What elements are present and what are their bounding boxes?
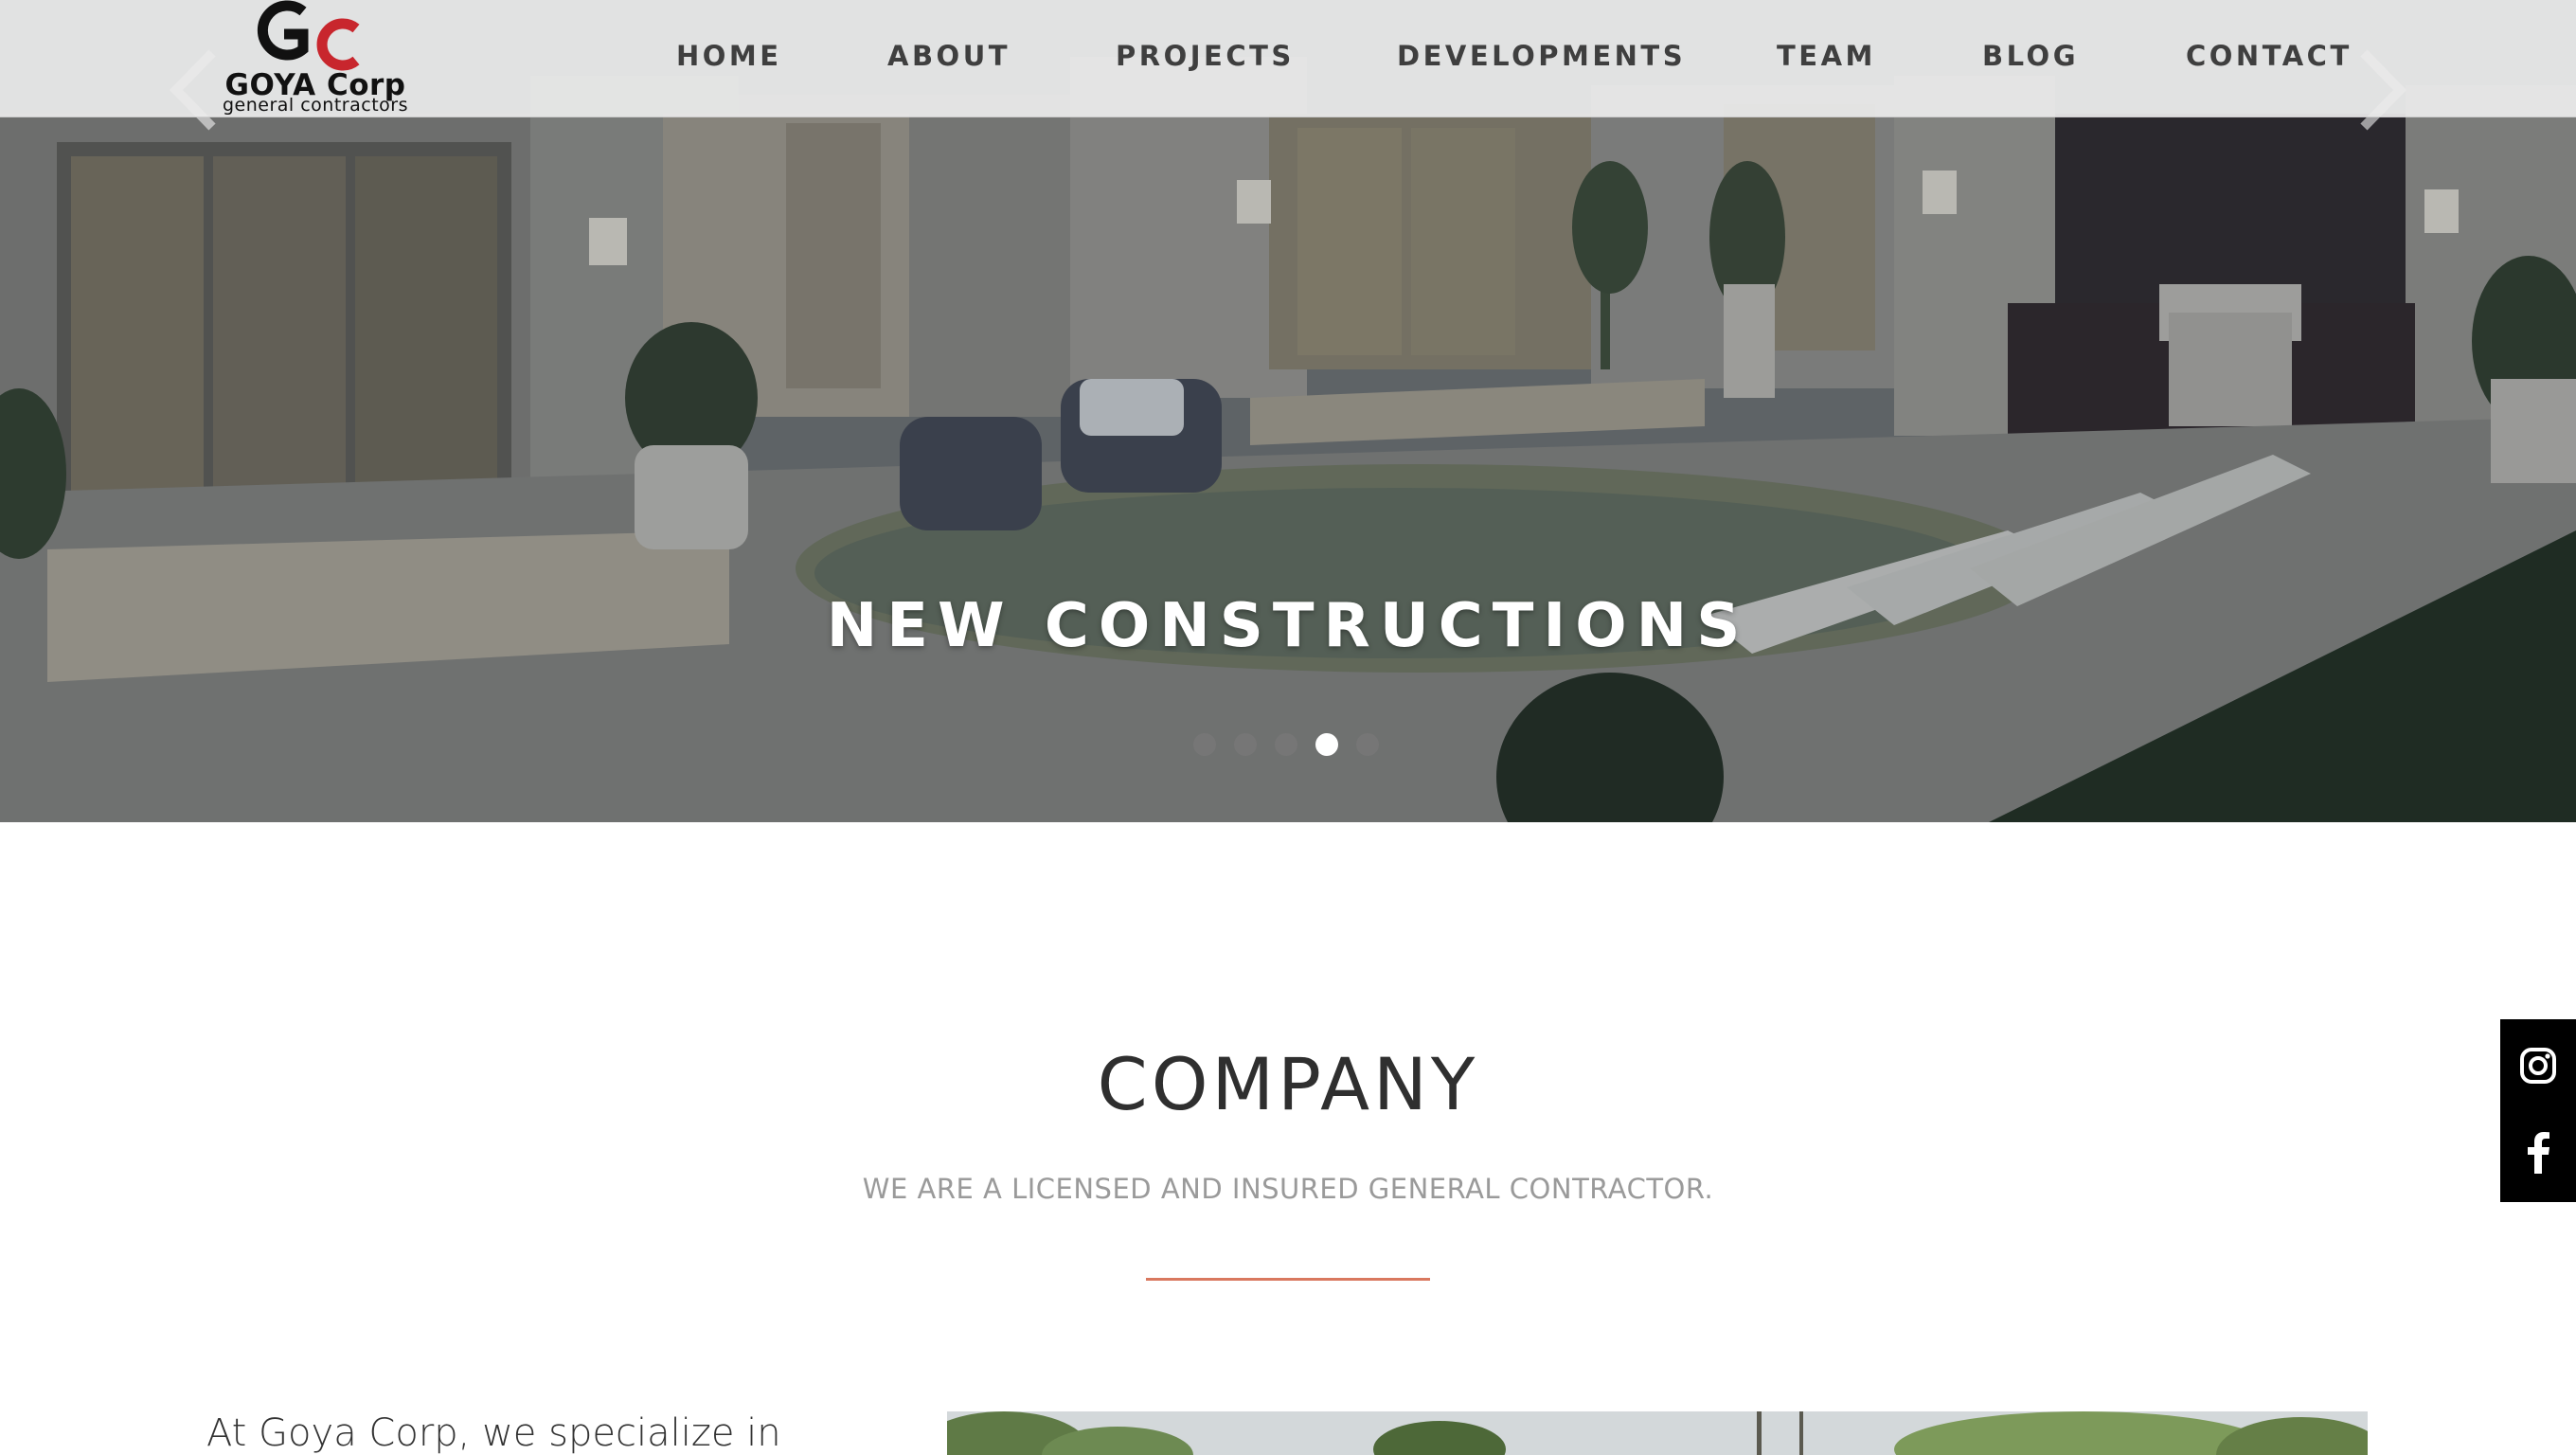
- slider-dots: [1193, 733, 1379, 756]
- company-title: COMPANY: [1097, 1042, 1479, 1126]
- slider-dot-5[interactable]: [1356, 733, 1379, 756]
- nav-item-contact[interactable]: CONTACT: [2186, 40, 2352, 72]
- nav-item-team[interactable]: TEAM: [1777, 40, 1876, 72]
- slider-dot-3[interactable]: [1275, 733, 1297, 756]
- facebook-icon: [2528, 1132, 2549, 1174]
- slider-dot-4[interactable]: [1315, 733, 1338, 756]
- company-intro-text: At Goya Corp, we specialize in: [206, 1411, 781, 1455]
- slider-dot-1[interactable]: [1193, 733, 1216, 756]
- nav-item-blog[interactable]: BLOG: [1982, 40, 2079, 72]
- hero-slider: NEW CONSTRUCTIONS: [0, 0, 2576, 822]
- top-navbar: GOYA Corp general contractors HOME ABOUT…: [0, 0, 2576, 117]
- slider-dot-2[interactable]: [1234, 733, 1257, 756]
- main-nav: HOME ABOUT PROJECTS DEVELOPMENTS TEAM BL…: [0, 0, 2576, 114]
- nav-item-home[interactable]: HOME: [676, 40, 782, 72]
- palm-trees-image: [947, 1411, 2368, 1455]
- hero-title: NEW CONSTRUCTIONS: [826, 591, 1750, 661]
- company-subtitle: WE ARE A LICENSED AND INSURED GENERAL CO…: [862, 1173, 1714, 1205]
- company-photo: [947, 1411, 2368, 1455]
- nav-item-developments[interactable]: DEVELOPMENTS: [1397, 40, 1686, 72]
- hero-overlay: [0, 0, 2576, 822]
- section-divider: [1146, 1278, 1430, 1281]
- nav-item-about[interactable]: ABOUT: [887, 40, 1011, 72]
- nav-item-projects[interactable]: PROJECTS: [1116, 40, 1295, 72]
